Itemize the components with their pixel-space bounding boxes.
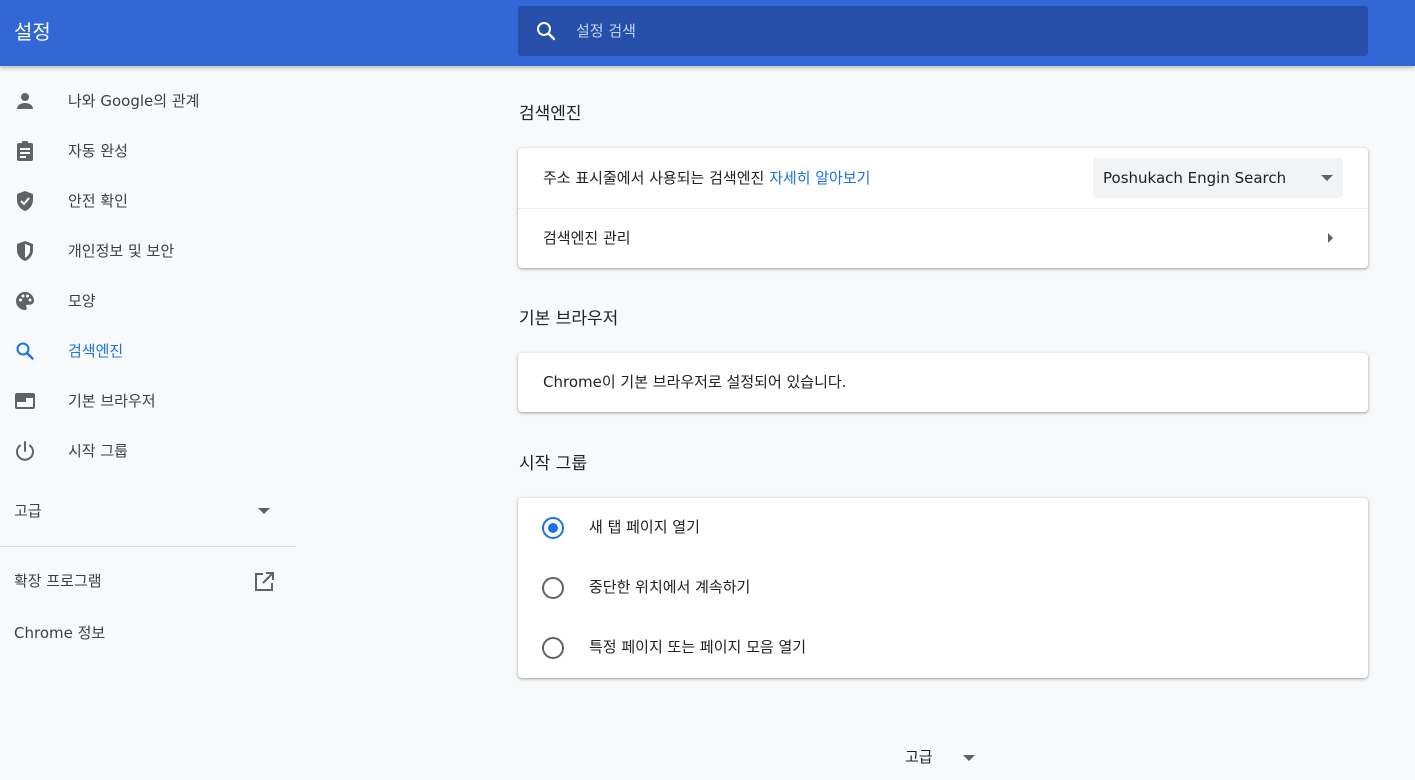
sidebar-item-label: 안전 확인 xyxy=(68,192,128,210)
default-browser-status: Chrome이 기본 브라우저로 설정되어 있습니다. xyxy=(543,373,847,391)
app-header: 설정 xyxy=(0,0,1415,66)
search-engine-description: 주소 표시줄에서 사용되는 검색엔진 자세히 알아보기 xyxy=(543,167,870,189)
sidebar-item-label: 개인정보 및 보안 xyxy=(68,242,175,260)
startup-option-label[interactable]: 새 탭 페이지 열기 xyxy=(589,516,700,538)
search-engine-section-title: 검색엔진 xyxy=(519,104,582,124)
sidebar-item-search-engine[interactable]: 검색엔진 xyxy=(0,326,296,376)
sidebar-divider xyxy=(0,546,296,547)
shield-half-icon xyxy=(13,239,37,263)
search-box[interactable] xyxy=(518,6,1368,56)
sidebar-item-safety-check[interactable]: 안전 확인 xyxy=(0,176,296,226)
sidebar-item-label: 기본 브라우저 xyxy=(68,392,156,410)
startup-card: 새 탭 페이지 열기 중단한 위치에서 계속하기 특정 페이지 또는 페이지 모… xyxy=(518,498,1368,678)
chevron-down-icon xyxy=(258,508,270,514)
person-icon xyxy=(13,89,37,113)
power-icon xyxy=(13,439,37,463)
sidebar-item-extensions[interactable]: 확장 프로그램 xyxy=(0,556,296,606)
sidebar-item-on-startup[interactable]: 시작 그룹 xyxy=(0,426,296,476)
clipboard-icon xyxy=(13,139,37,163)
browser-window-icon xyxy=(13,389,37,413)
chevron-down-icon xyxy=(1321,175,1333,181)
chevron-down-icon xyxy=(963,755,975,761)
search-input[interactable] xyxy=(576,11,1368,51)
advanced-settings-toggle[interactable]: 고급 xyxy=(895,740,985,774)
palette-icon xyxy=(13,289,37,313)
startup-section-title: 시작 그룹 xyxy=(519,454,587,474)
learn-more-link[interactable]: 자세히 알아보기 xyxy=(769,169,870,187)
arrow-right-icon xyxy=(1328,233,1333,243)
sidebar-item-label: 나와 Google의 관계 xyxy=(68,92,200,110)
default-browser-card: Chrome이 기본 브라우저로 설정되어 있습니다. xyxy=(518,353,1368,412)
manage-search-engines-row[interactable]: 검색엔진 관리 xyxy=(518,208,1368,268)
sidebar-about-label: Chrome 정보 xyxy=(14,624,106,642)
search-icon xyxy=(534,19,558,43)
startup-radio-new-tab[interactable] xyxy=(542,517,564,539)
sidebar: 나와 Google의 관계 자동 완성 안전 확인 개인정보 및 보안 모양 검… xyxy=(0,66,296,780)
sidebar-item-default-browser[interactable]: 기본 브라우저 xyxy=(0,376,296,426)
sidebar-item-privacy-security[interactable]: 개인정보 및 보안 xyxy=(0,226,296,276)
startup-radio-continue[interactable] xyxy=(542,577,564,599)
startup-option-label[interactable]: 중단한 위치에서 계속하기 xyxy=(589,576,750,598)
default-browser-section-title: 기본 브라우저 xyxy=(519,309,619,329)
search-engine-row: 주소 표시줄에서 사용되는 검색엔진 자세히 알아보기 Poshukach En… xyxy=(518,148,1368,208)
shield-check-icon xyxy=(13,189,37,213)
sidebar-item-appearance[interactable]: 모양 xyxy=(0,276,296,326)
manage-search-engines-label: 검색엔진 관리 xyxy=(543,229,631,247)
sidebar-extensions-label: 확장 프로그램 xyxy=(14,572,102,590)
sidebar-item-label: 모양 xyxy=(68,292,96,310)
sidebar-item-label: 시작 그룹 xyxy=(68,442,128,460)
search-engine-description-text: 주소 표시줄에서 사용되는 검색엔진 xyxy=(543,169,765,187)
startup-radio-specific-pages[interactable] xyxy=(542,637,564,659)
startup-option-label[interactable]: 특정 페이지 또는 페이지 모음 열기 xyxy=(589,636,806,658)
sidebar-item-label: 검색엔진 xyxy=(68,342,124,360)
sidebar-advanced-label: 고급 xyxy=(14,502,42,520)
search-engine-card: 주소 표시줄에서 사용되는 검색엔진 자세히 알아보기 Poshukach En… xyxy=(518,148,1368,268)
advanced-settings-label: 고급 xyxy=(905,748,933,766)
sidebar-item-autofill[interactable]: 자동 완성 xyxy=(0,126,296,176)
page-title: 설정 xyxy=(14,20,51,44)
sidebar-item-about-chrome[interactable]: Chrome 정보 xyxy=(0,608,296,656)
search-engine-selected-value: Poshukach Engin Search xyxy=(1103,169,1287,187)
sidebar-item-you-and-google[interactable]: 나와 Google의 관계 xyxy=(0,76,296,126)
search-engine-select[interactable]: Poshukach Engin Search xyxy=(1093,158,1343,198)
sidebar-advanced-toggle[interactable]: 고급 xyxy=(0,486,296,536)
sidebar-item-label: 자동 완성 xyxy=(68,142,128,160)
search-icon xyxy=(13,339,37,363)
open-in-new-icon xyxy=(252,570,276,594)
